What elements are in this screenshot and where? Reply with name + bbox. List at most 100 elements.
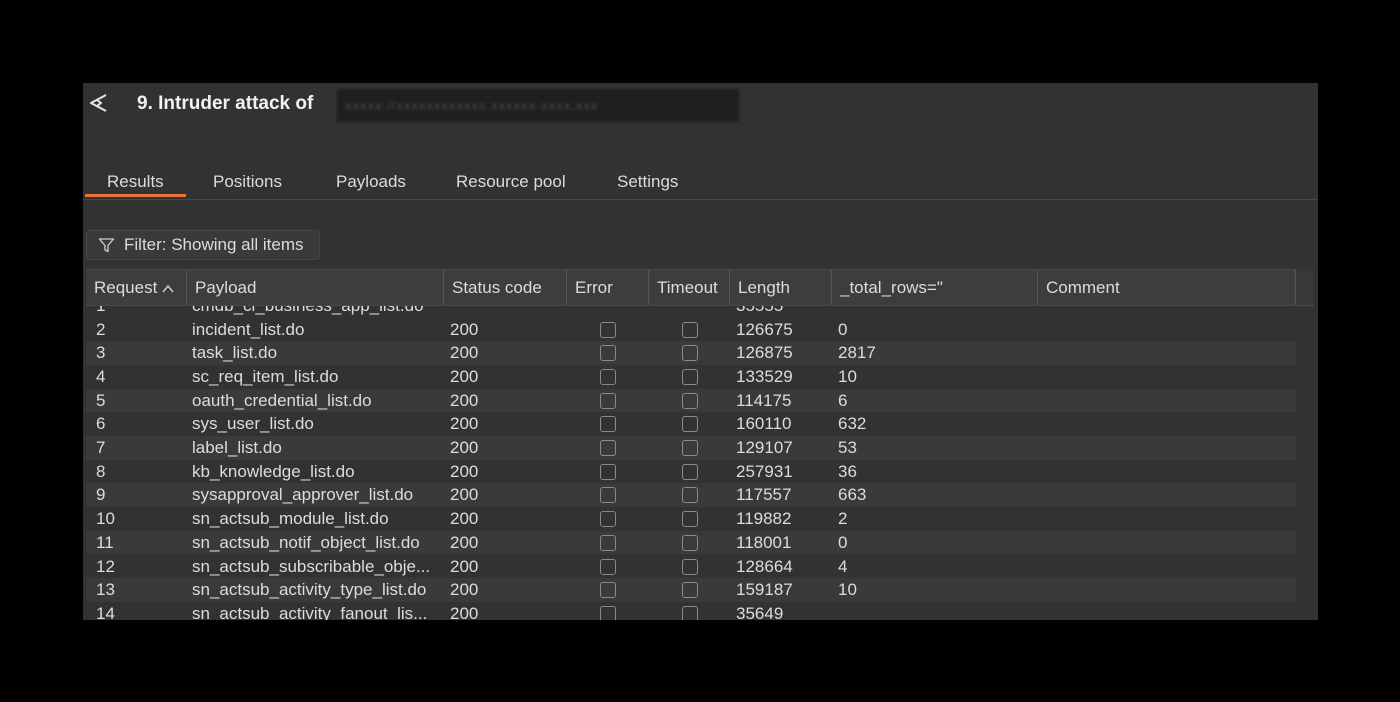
error-checkbox [600, 368, 616, 385]
timeout-checkbox [682, 463, 698, 480]
table-row-partial[interactable]: 1 cmdb_ci_business_app_list.do 35555 [86, 306, 1296, 318]
cell-length: 117557 [736, 485, 792, 505]
table-row[interactable]: 9 sysapproval_approver_list.do 200 117557 66… [86, 483, 1296, 508]
column-header-payload[interactable]: Payload [187, 270, 444, 305]
cell-status-code: 200 [450, 485, 479, 505]
cell-length: 119882 [736, 509, 792, 529]
cell-total-rows: 4 [838, 556, 848, 576]
column-header-error[interactable]: Error [567, 270, 649, 305]
error-checkbox [600, 345, 616, 362]
cell-comment [1034, 318, 1296, 342]
timeout-checkbox [682, 321, 698, 338]
cell-comment [1034, 555, 1296, 579]
cell-request: 13 [96, 580, 115, 600]
tab-resource-pool[interactable]: Resource pool [434, 169, 588, 197]
burp-logo-icon[interactable] [87, 92, 109, 114]
cell-total-rows: 0 [838, 532, 848, 552]
cell-status-code: 200 [450, 414, 479, 434]
cell-status-code: 200 [450, 580, 479, 600]
cell-request: 4 [96, 366, 106, 386]
cell-comment [1034, 341, 1296, 365]
timeout-checkbox [682, 368, 698, 385]
cell-comment [1034, 483, 1296, 507]
cell-length: 35555 [726, 306, 832, 318]
cell-status-code: 200 [450, 603, 479, 620]
cell-status-code: 200 [450, 343, 479, 363]
intruder-attack-window: 9. Intruder attack of xxxxx://xxxxxxxxxx… [83, 83, 1318, 620]
table-row[interactable]: 14 sn_actsub_activity_fanout_lis... 200 356… [86, 602, 1296, 620]
table-row[interactable]: 11 sn_actsub_notif_object_list.do 200 11800… [86, 530, 1296, 555]
table-row[interactable]: 12 sn_actsub_subscribable_obje... 200 12866… [86, 555, 1296, 579]
timeout-checkbox [682, 582, 698, 599]
column-header-status-code[interactable]: Status code [444, 270, 567, 305]
column-header-request-label: Request [94, 278, 158, 297]
table-row[interactable]: 2 incident_list.do 200 126675 0 [86, 318, 1296, 342]
cell-status-code: 200 [450, 438, 479, 457]
cell-status-code: 200 [450, 461, 479, 481]
cell-total-rows: 6 [838, 390, 848, 410]
table-row[interactable]: 3 task_list.do 200 126875 2817 [86, 341, 1296, 365]
table-row[interactable]: 8 kb_knowledge_list.do 200 257931 36 [86, 460, 1296, 484]
column-header-total-rows[interactable]: _total_rows=" [832, 270, 1038, 305]
tab-payloads[interactable]: Payloads [314, 169, 428, 197]
table-row[interactable]: 7 label_list.do 200 129107 53 [86, 436, 1296, 460]
sort-ascending-icon [162, 284, 174, 292]
cell-payload: sn_actsub_notif_object_list.do [192, 532, 420, 552]
cell-request: 8 [96, 461, 106, 481]
cell-length: 159187 [736, 580, 793, 600]
cell-payload: label_list.do [192, 438, 282, 457]
error-checkbox [600, 558, 616, 575]
table-row[interactable]: 5 oauth_credential_list.do 200 114175 6 [86, 388, 1296, 413]
timeout-checkbox [682, 511, 698, 528]
cell-payload: incident_list.do [192, 319, 305, 339]
timeout-checkbox [682, 392, 698, 409]
cell-comment [1034, 578, 1296, 602]
cell-request: 3 [96, 343, 106, 363]
tab-settings[interactable]: Settings [595, 169, 700, 197]
cell-payload: sysapproval_approver_list.do [192, 485, 414, 505]
table-row[interactable]: 4 sc_req_item_list.do 200 133529 10 [86, 365, 1296, 389]
table-row[interactable]: 13 sn_actsub_activity_type_list.do 200 1591… [86, 578, 1296, 602]
cell-length: 128664 [736, 556, 793, 576]
cell-status-code: 200 [450, 319, 479, 339]
cell-total-rows: 36 [838, 461, 857, 481]
cell-payload: sc_req_item_list.do [192, 366, 339, 386]
cell-payload: sn_actsub_subscribable_obje... [192, 556, 431, 576]
tab-results[interactable]: Results [85, 169, 186, 197]
timeout-checkbox [682, 558, 698, 575]
title-bar: 9. Intruder attack of xxxxx://xxxxxxxxxx… [83, 83, 1318, 127]
redacted-target-url: xxxxx://xxxxxxxxxxxx.xxxxxx-xxxx.xxx [337, 89, 739, 122]
cell-payload: kb_knowledge_list.do [192, 461, 355, 481]
error-checkbox [600, 321, 616, 338]
funnel-icon [98, 238, 115, 253]
cell-comment [1034, 531, 1296, 555]
cell-total-rows: 0 [838, 319, 848, 339]
table-row[interactable]: 6 sys_user_list.do 200 160110 632 [86, 412, 1296, 436]
error-checkbox [600, 392, 616, 409]
cell-comment [1034, 412, 1296, 436]
cell-length: 126875 [736, 343, 793, 363]
cell-payload: sys_user_list.do [192, 414, 314, 434]
table-body[interactable]: 1 cmdb_ci_business_app_list.do 35555 2 in… [86, 306, 1296, 620]
column-header-request[interactable]: Request [86, 270, 187, 305]
tab-bar: Results Positions Payloads Resource pool… [83, 169, 1318, 200]
error-checkbox [600, 487, 616, 504]
column-header-timeout[interactable]: Timeout [649, 270, 730, 305]
timeout-checkbox [682, 416, 698, 433]
timeout-checkbox [682, 534, 698, 551]
error-checkbox [600, 582, 616, 599]
column-header-comment[interactable]: Comment [1038, 270, 1296, 305]
table-row[interactable]: 10 sn_actsub_module_list.do 200 119882 2 [86, 507, 1296, 531]
column-header-length[interactable]: Length [730, 270, 832, 305]
cell-length: 126675 [736, 319, 793, 339]
cell-length: 257931 [736, 461, 793, 481]
cell-request: 6 [96, 414, 106, 434]
filter-bar[interactable]: Filter: Showing all items [86, 230, 320, 260]
window-title: 9. Intruder attack of [137, 93, 314, 114]
cell-length: 160110 [736, 414, 792, 434]
cell-length: 114175 [736, 390, 792, 410]
cell-total-rows: 663 [838, 485, 867, 505]
tab-positions[interactable]: Positions [191, 169, 304, 197]
error-checkbox [600, 463, 616, 480]
cell-comment [1034, 365, 1296, 389]
